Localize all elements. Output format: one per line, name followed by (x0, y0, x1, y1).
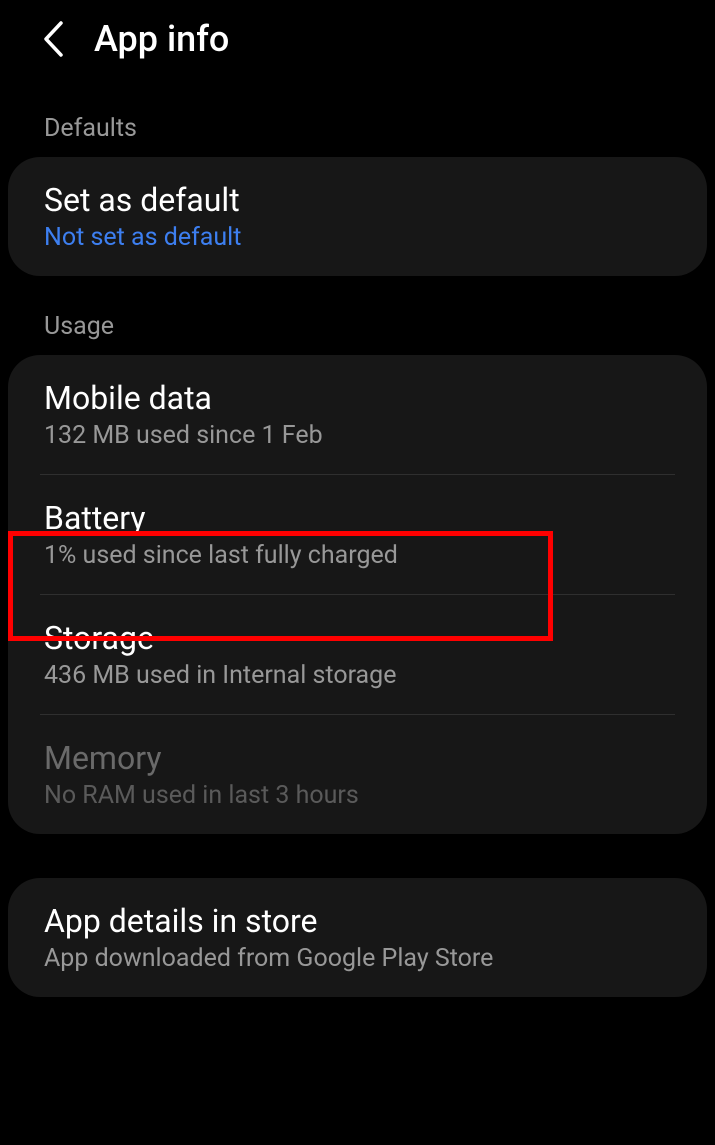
storage-subtitle: 436 MB used in Internal storage (44, 661, 671, 690)
set-as-default-subtitle: Not set as default (44, 223, 671, 252)
header: App info (0, 0, 715, 78)
memory-item[interactable]: Memory No RAM used in last 3 hours (8, 715, 707, 834)
storage-title: Storage (44, 619, 671, 657)
set-as-default-item[interactable]: Set as default Not set as default (8, 157, 707, 276)
mobile-data-title: Mobile data (44, 379, 671, 417)
section-label-defaults: Defaults (0, 78, 715, 157)
defaults-card: Set as default Not set as default (8, 157, 707, 276)
app-details-store-item[interactable]: App details in store App downloaded from… (8, 878, 707, 997)
app-details-store-subtitle: App downloaded from Google Play Store (44, 944, 671, 973)
battery-title: Battery (44, 499, 671, 537)
app-details-store-title: App details in store (44, 902, 671, 940)
battery-subtitle: 1% used since last fully charged (44, 541, 671, 570)
back-button[interactable] (40, 19, 66, 59)
page-title: App info (94, 18, 229, 60)
usage-card: Mobile data 132 MB used since 1 Feb Batt… (8, 355, 707, 834)
store-card: App details in store App downloaded from… (8, 878, 707, 997)
section-label-usage: Usage (0, 276, 715, 355)
mobile-data-subtitle: 132 MB used since 1 Feb (44, 421, 671, 450)
mobile-data-item[interactable]: Mobile data 132 MB used since 1 Feb (8, 355, 707, 474)
memory-title: Memory (44, 739, 671, 777)
battery-item[interactable]: Battery 1% used since last fully charged (8, 475, 707, 594)
set-as-default-title: Set as default (44, 181, 671, 219)
memory-subtitle: No RAM used in last 3 hours (44, 781, 671, 810)
chevron-left-icon (40, 19, 66, 59)
storage-item[interactable]: Storage 436 MB used in Internal storage (8, 595, 707, 714)
